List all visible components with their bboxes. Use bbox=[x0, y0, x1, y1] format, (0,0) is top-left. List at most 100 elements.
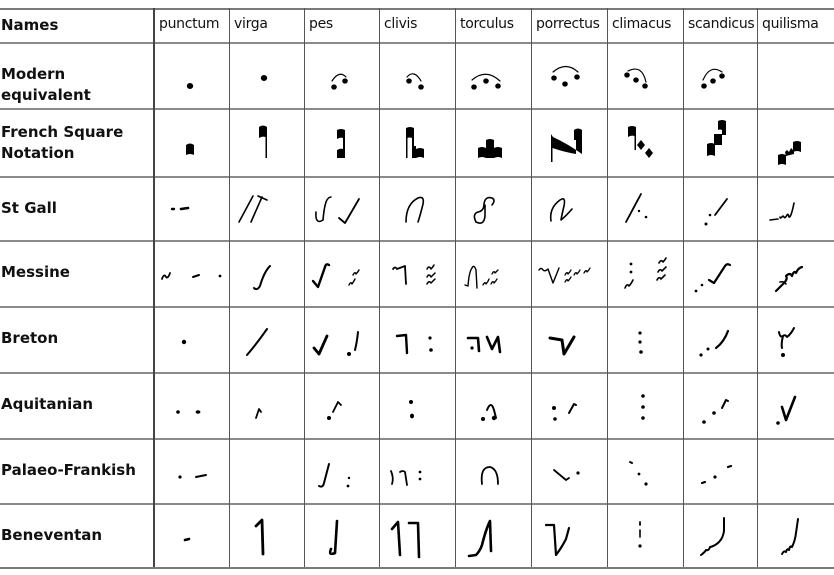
aquitanian-scandicus-glyph bbox=[702, 399, 729, 424]
glyph-cell bbox=[305, 110, 379, 176]
corner-label: Names bbox=[1, 16, 59, 34]
aquitanian-torculus-glyph bbox=[481, 404, 497, 421]
glyph-cell bbox=[380, 374, 455, 438]
palaeo-clivis-glyph bbox=[390, 470, 422, 486]
glyph-cell bbox=[305, 505, 379, 568]
square-torculus-glyph bbox=[478, 139, 502, 158]
glyph-cell bbox=[684, 44, 757, 108]
beneventan-punctum-glyph bbox=[183, 537, 191, 542]
glyph-cell-empty bbox=[230, 440, 304, 503]
modern-clivis-glyph bbox=[406, 73, 424, 90]
square-quilisma-glyph bbox=[778, 141, 801, 165]
glyph-cell bbox=[684, 505, 757, 568]
palaeo-punctum-glyph bbox=[178, 474, 207, 479]
glyph-cell bbox=[380, 440, 455, 503]
glyph-cell bbox=[230, 178, 304, 240]
column-divider bbox=[683, 8, 684, 568]
palaeo-torculus-glyph bbox=[480, 466, 499, 485]
messine-scandicus-glyph bbox=[694, 263, 732, 293]
column-divider bbox=[607, 8, 608, 568]
glyph-cell bbox=[305, 242, 379, 306]
column-header-climacus: climacus bbox=[612, 16, 672, 32]
glyph-cell bbox=[456, 178, 531, 240]
glyph-cell bbox=[305, 374, 379, 438]
row-breton: Breton bbox=[0, 306, 834, 372]
glyph-cell bbox=[532, 374, 607, 438]
beneventan-quilisma-glyph bbox=[781, 518, 799, 555]
messine-virga-glyph bbox=[253, 265, 271, 291]
stgall-pes-glyph bbox=[315, 196, 360, 224]
glyph-cell bbox=[155, 110, 229, 176]
glyph-cell bbox=[230, 308, 304, 372]
messine-punctum-glyph bbox=[161, 272, 222, 280]
messine-torculus-glyph bbox=[464, 265, 499, 289]
row-palaeo-frankish: Palaeo-Frankish bbox=[0, 438, 834, 503]
aquitanian-punctum-glyph bbox=[176, 410, 201, 414]
stgall-clivis-glyph bbox=[405, 196, 425, 223]
messine-pes-glyph bbox=[311, 263, 360, 289]
glyph-cell bbox=[456, 440, 531, 503]
column-header-scandicus: scandicus bbox=[688, 16, 755, 32]
column-header-punctum: punctum bbox=[159, 16, 220, 32]
glyph-cell bbox=[608, 110, 683, 176]
column-header-torculus: torculus bbox=[460, 16, 514, 32]
square-virga-glyph bbox=[259, 125, 267, 158]
row-label: Palaeo-Frankish bbox=[1, 461, 136, 479]
glyph-cell bbox=[456, 44, 531, 108]
breton-climacus-glyph bbox=[638, 331, 643, 354]
glyph-cell bbox=[758, 308, 834, 372]
aquitanian-virga-glyph bbox=[255, 408, 262, 419]
breton-quilisma-glyph bbox=[778, 327, 795, 357]
glyph-cell bbox=[230, 242, 304, 306]
breton-virga-glyph bbox=[246, 328, 268, 356]
row-beneventan: Beneventan bbox=[0, 503, 834, 568]
palaeo-scandicus-glyph bbox=[700, 464, 733, 485]
row-modern-equivalent: Modern equivalent bbox=[0, 42, 834, 108]
glyph-cell bbox=[155, 505, 229, 568]
square-clivis-glyph bbox=[406, 127, 424, 158]
glyph-cell bbox=[155, 242, 229, 306]
row-label: St Gall bbox=[1, 199, 57, 217]
row-label: Beneventan bbox=[1, 526, 103, 544]
stgall-torculus-glyph bbox=[473, 196, 495, 224]
stgall-quilisma-glyph bbox=[769, 202, 795, 221]
glyph-cell bbox=[305, 44, 379, 108]
header-row: Names punctum virga pes clivis torculus … bbox=[0, 8, 834, 42]
column-header-pes: pes bbox=[309, 16, 333, 32]
column-divider bbox=[229, 8, 230, 568]
glyph-cell bbox=[608, 44, 683, 108]
breton-porrectus-glyph bbox=[548, 335, 576, 356]
aquitanian-climacus-glyph bbox=[641, 394, 645, 420]
column-divider bbox=[153, 8, 155, 568]
stgall-porrectus-glyph bbox=[549, 198, 573, 222]
aquitanian-quilisma-glyph bbox=[776, 395, 797, 425]
breton-scandicus-glyph bbox=[699, 329, 730, 357]
glyph-cell bbox=[230, 505, 304, 568]
glyph-cell bbox=[532, 110, 607, 176]
row-label: Aquitanian bbox=[1, 395, 94, 413]
modern-climacus-glyph bbox=[624, 68, 648, 89]
glyph-cell bbox=[155, 44, 229, 108]
modern-punctum-glyph bbox=[186, 83, 194, 89]
messine-climacus-glyph bbox=[624, 257, 667, 289]
table-bottom-border bbox=[0, 567, 834, 569]
messine-quilisma-glyph bbox=[774, 265, 804, 293]
glyph-cell bbox=[155, 374, 229, 438]
beneventan-porrectus-glyph bbox=[544, 523, 571, 557]
column-divider bbox=[379, 8, 380, 568]
glyph-cell bbox=[758, 242, 834, 306]
square-climacus-glyph bbox=[628, 126, 653, 158]
glyph-cell bbox=[305, 308, 379, 372]
glyph-cell bbox=[608, 374, 683, 438]
row-label: Modern equivalent bbox=[1, 65, 91, 104]
column-header-virga: virga bbox=[234, 16, 268, 32]
glyph-cell bbox=[380, 44, 455, 108]
glyph-cell bbox=[758, 110, 834, 176]
square-porrectus-glyph bbox=[551, 128, 582, 162]
column-header-porrectus: porrectus bbox=[536, 16, 600, 32]
row-messine: Messine bbox=[0, 240, 834, 306]
column-divider bbox=[757, 8, 758, 568]
aquitanian-clivis-glyph bbox=[409, 400, 414, 419]
modern-virga-glyph bbox=[260, 75, 268, 81]
glyph-cell bbox=[684, 440, 757, 503]
